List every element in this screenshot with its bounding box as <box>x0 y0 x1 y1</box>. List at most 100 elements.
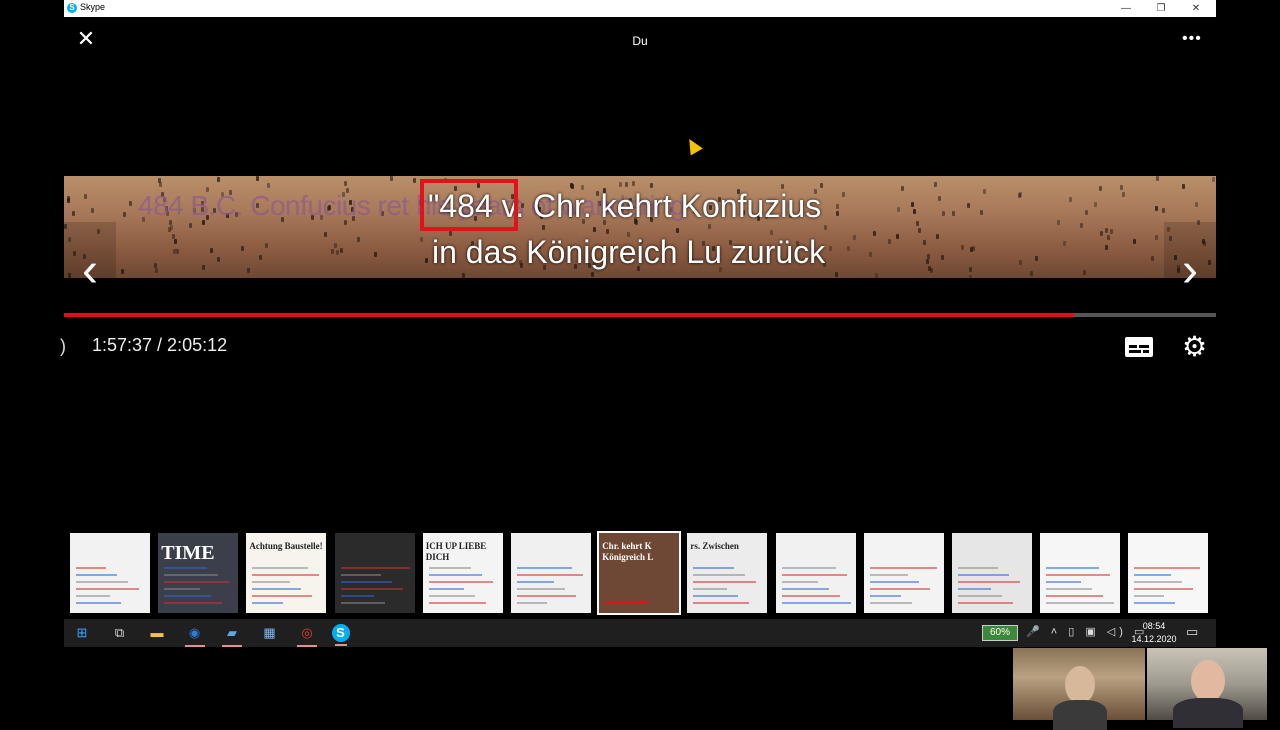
thumbnail-text-line <box>693 602 750 604</box>
thumbnail-6[interactable] <box>511 533 591 613</box>
thumbnail-text-line <box>693 574 746 576</box>
crowd-figure <box>324 232 327 237</box>
clock-time[interactable]: 08:54 <box>1130 621 1178 631</box>
notepad-taskbar-icon[interactable]: ▰ <box>219 623 245 647</box>
crowd-figure <box>593 227 596 232</box>
task-view-taskbar-icon[interactable]: ⧉ <box>107 623 133 643</box>
viewer-title: Du <box>632 34 648 48</box>
thumbnail-text-line <box>693 588 728 590</box>
thumbnail-text-line <box>781 595 840 597</box>
thumbnail-4[interactable] <box>334 533 415 613</box>
crowd-figure <box>129 201 132 206</box>
subtitle-german-line2: in das Königreich Lu zurück <box>432 234 826 270</box>
battery-indicator[interactable]: 60% <box>982 625 1018 641</box>
video-progress-fill <box>64 313 1075 317</box>
calculator-taskbar-icon[interactable]: ▦ <box>257 623 283 643</box>
crowd-figure <box>970 247 973 252</box>
thumbnail-13[interactable] <box>1128 533 1209 613</box>
crowd-figure <box>72 211 75 216</box>
thumbnail-9[interactable] <box>775 533 856 613</box>
next-image-button[interactable]: › <box>1164 222 1216 320</box>
close-viewer-button[interactable]: ✕ <box>74 27 98 51</box>
skype-taskbar-icon[interactable]: S <box>331 624 350 646</box>
thumbnail-text-line <box>517 595 576 597</box>
crowd-figure <box>1063 241 1066 246</box>
thumbnail-text-line <box>517 588 565 590</box>
crowd-figure <box>875 273 878 278</box>
file-explorer-taskbar-icon[interactable]: ▬ <box>144 623 170 643</box>
participant-body <box>1173 698 1243 728</box>
window-title: Skype <box>80 2 106 12</box>
minimize-button[interactable]: — <box>1110 0 1142 17</box>
thumbnail-text-line <box>869 581 919 583</box>
crowd-figure <box>202 265 205 270</box>
crowd-figure <box>174 239 177 244</box>
crowd-figure <box>390 176 393 181</box>
more-options-button[interactable]: ••• <box>1182 30 1202 48</box>
thumbnail-text-line <box>340 602 385 604</box>
crowd-figure <box>1133 239 1136 244</box>
skype-logo-icon: S <box>67 3 77 13</box>
crowd-figure <box>420 237 423 242</box>
thumbnail-text-line <box>958 602 1013 604</box>
thumbnail-5[interactable]: ICH UP LIEBE DICH <box>422 533 503 613</box>
thumbnail-text-line <box>958 574 1009 576</box>
previous-image-button[interactable]: ‹ <box>64 222 116 320</box>
crowd-figure <box>926 259 929 264</box>
crowd-figure <box>344 181 347 186</box>
crowd-figure <box>936 234 939 239</box>
crowd-figure <box>84 194 87 199</box>
crowd-figure <box>189 223 192 228</box>
thumbnail-text-line <box>693 595 739 597</box>
notification-center-icon[interactable]: ▭ <box>1186 624 1198 640</box>
clock-date[interactable]: 14.12.2020 <box>1126 634 1182 644</box>
crowd-figure <box>123 212 126 217</box>
thumbnail-text-line <box>340 567 410 569</box>
volume-edge-icon: ) <box>60 336 66 356</box>
thumbnail-text-line <box>252 574 320 576</box>
thumbnail-text-line <box>869 574 908 576</box>
call-participant-video-2 <box>1147 648 1267 728</box>
thumbnail-10[interactable] <box>863 533 944 613</box>
outlook-taskbar-icon[interactable]: ◉ <box>182 623 208 647</box>
thumbnail-8[interactable]: rs. Zwischen <box>687 533 768 613</box>
call-participant-video-1 <box>1013 648 1145 730</box>
thumbnail-label: Achtung Baustelle! <box>249 541 323 551</box>
thumbnail-text-line <box>1134 567 1201 569</box>
crowd-figure <box>918 228 921 233</box>
crowd-figure <box>853 235 856 240</box>
thumbnail-11[interactable] <box>952 533 1032 613</box>
thumbnail-text-line <box>1134 588 1194 590</box>
thumbnail-text-line <box>1046 588 1093 590</box>
close-window-button[interactable]: ✕ <box>1180 0 1212 17</box>
thumbnail-text-line <box>252 581 291 583</box>
crowd-figure <box>1105 245 1108 250</box>
crowd-figure <box>91 208 94 213</box>
thumbnail-text-line <box>164 602 223 604</box>
thumbnail-12[interactable] <box>1040 533 1121 613</box>
crowd-figure <box>413 178 416 183</box>
restore-button[interactable]: ❐ <box>1145 0 1177 17</box>
thumbnail-text-line <box>958 588 991 590</box>
thumbnail-2[interactable]: TIME <box>158 533 239 613</box>
thumbnail-text-line <box>1134 581 1183 583</box>
thumbnail-3[interactable]: Achtung Baustelle! <box>246 533 327 613</box>
start-taskbar-icon[interactable]: ⊞ <box>69 623 95 643</box>
thumbnail-text-line <box>1046 574 1111 576</box>
thumbnail-text-line <box>1134 602 1176 604</box>
crowd-figure <box>425 258 428 263</box>
thumbnail-label: Chr. kehrt K Königreich L <box>602 541 654 562</box>
crowd-figure <box>267 183 270 188</box>
chrome-taskbar-icon[interactable]: ◎ <box>294 623 320 647</box>
thumbnail-text-line <box>605 602 649 604</box>
thumbnail-text-line <box>869 588 930 590</box>
thumbnail-text-line <box>340 595 374 597</box>
thumbnail-text-line <box>76 602 121 604</box>
participant-face <box>1065 666 1095 704</box>
thumbnail-text-line <box>340 588 403 590</box>
thumbnail-text-line <box>428 581 493 583</box>
thumbnail-7[interactable]: Chr. kehrt K Königreich L <box>597 531 682 615</box>
thumbnail-1[interactable] <box>70 533 150 613</box>
crowd-figure <box>1156 176 1159 181</box>
crowd-figure <box>923 240 926 245</box>
